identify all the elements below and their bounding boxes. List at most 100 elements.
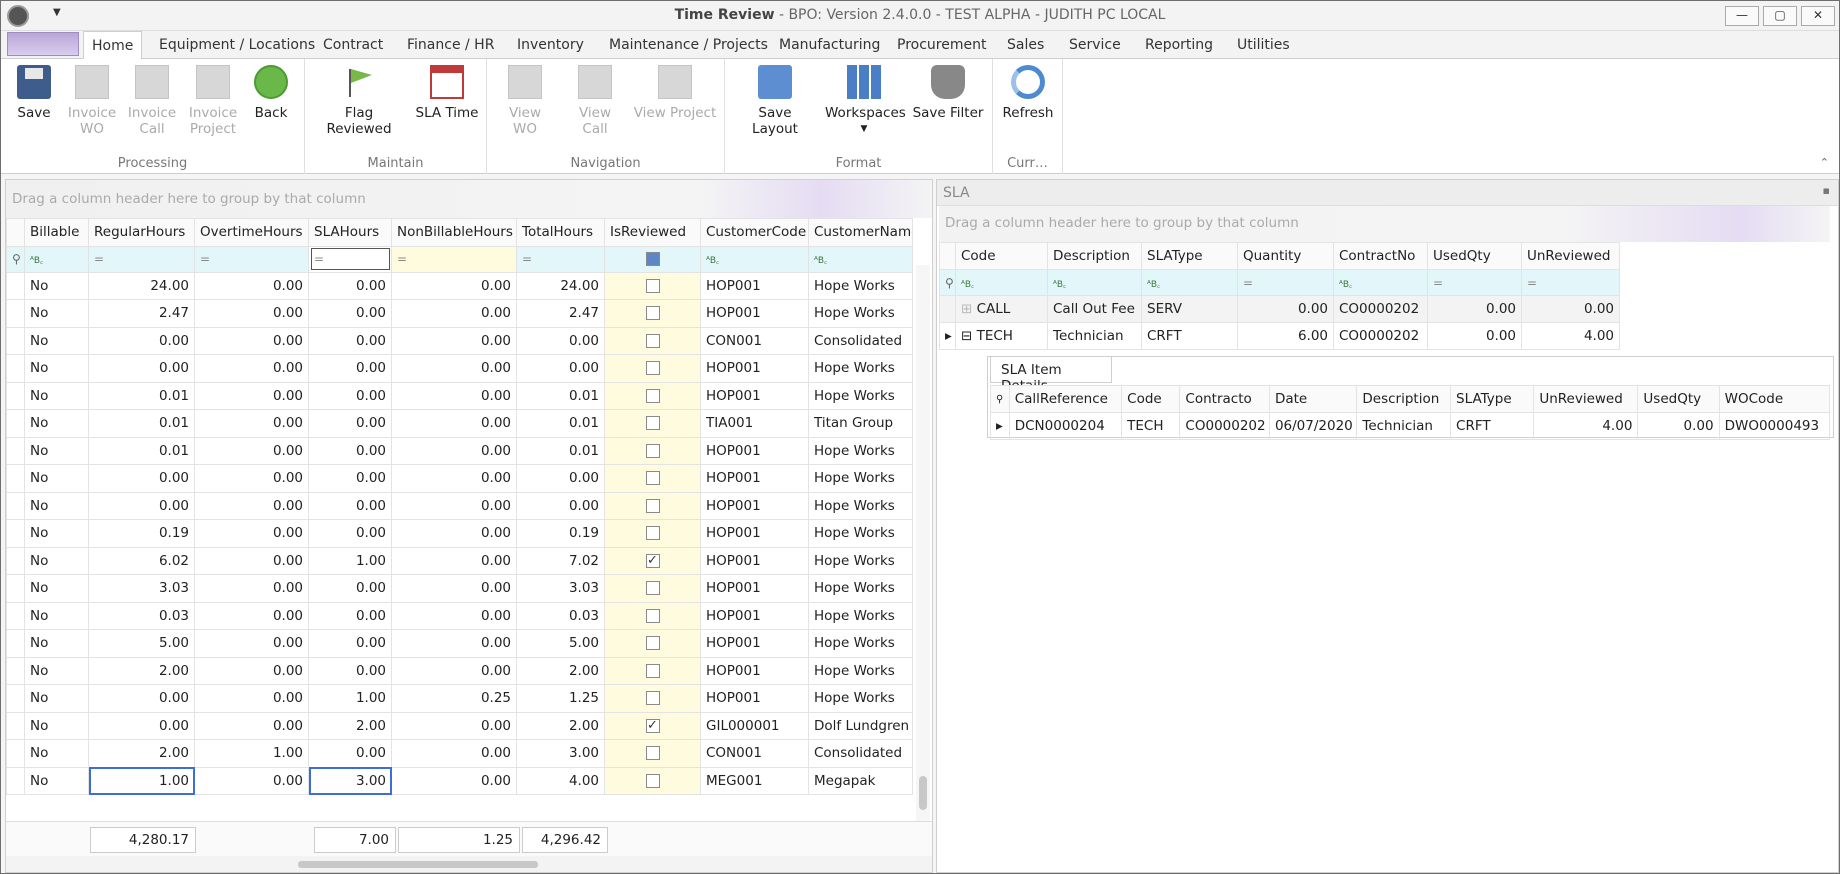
table-cell[interactable]: 1.00 [308,546,392,575]
table-cell[interactable]: No [24,684,89,713]
table-cell[interactable]: Technician [1356,412,1452,440]
table-cell[interactable]: 0.00 [88,684,195,713]
table-cell[interactable]: 0.00 [391,271,517,300]
file-menu-button[interactable] [7,32,79,56]
table-cell[interactable]: 0.00 [308,601,392,630]
table-cell[interactable]: Hope Works [808,464,913,493]
refresh-button[interactable]: Refresh [1001,65,1055,121]
table-cell[interactable]: Hope Works [808,546,913,575]
filter-cell[interactable]: = [88,245,195,273]
table-cell[interactable]: 24.00 [516,271,605,300]
column-header[interactable]: Description [1047,242,1142,270]
table-cell[interactable]: 3.00 [516,739,605,768]
table-row[interactable]: No 0.00 0.00 1.00 0.25 1.25 HOP001 Hope Works [6,684,913,713]
filter-cell[interactable]: ᴬB꜀ [24,245,89,273]
table-cell[interactable]: Titan Group [808,409,913,438]
checkbox[interactable] [645,333,660,348]
table-cell[interactable]: 0.00 [194,684,309,713]
group-by-area[interactable]: Drag a column header here to group by th… [939,206,1830,242]
tab-procurement[interactable]: Procurement [889,31,994,59]
table-row[interactable]: No 0.01 0.00 0.00 0.00 0.01 TIA001 Titan Group [6,409,913,438]
table-cell[interactable]: 0.00 [391,464,517,493]
table-row[interactable]: No 0.00 0.00 0.00 0.00 0.00 HOP001 Hope Works [6,491,913,520]
table-cell[interactable]: HOP001 [700,436,809,465]
filter-cell[interactable]: ᴬB꜀ [1141,269,1238,296]
scroll-thumb[interactable] [298,861,538,868]
tab-contract[interactable]: Contract [315,31,391,59]
table-cell[interactable] [604,409,701,438]
table-cell[interactable]: 2.00 [516,711,605,740]
table-cell[interactable]: CO0000202 [1333,322,1428,350]
table-cell[interactable]: Hope Works [808,299,913,328]
table-cell[interactable]: HOP001 [700,381,809,410]
table-row[interactable]: ▸ DCN0000204 TECH CO0000202 06/07/2020 T… [990,412,1831,440]
table-cell[interactable]: 0.00 [194,491,309,520]
collapse-icon[interactable]: ⊟ [961,328,972,344]
filter-cell[interactable]: ᴬB꜀ [955,269,1048,296]
table-cell[interactable]: 0.00 [308,739,392,768]
table-cell[interactable]: 0.00 [516,491,605,520]
table-cell[interactable]: 0.00 [194,546,309,575]
invoice-call-button[interactable]: Invoice Call [125,65,179,137]
table-cell[interactable]: Hope Works [808,519,913,548]
filter-cell[interactable]: = [391,245,517,273]
table-cell[interactable]: 0.00 [194,574,309,603]
checkbox[interactable] [645,746,660,761]
table-cell[interactable]: 0.00 [391,711,517,740]
table-cell[interactable]: HOP001 [700,519,809,548]
table-cell[interactable]: 0.01 [516,381,605,410]
table-row[interactable]: No 0.00 0.00 2.00 0.00 2.00 ✓ GIL000001 Dolf Lun… [6,711,913,740]
tab-service[interactable]: Service [1061,31,1129,59]
checkbox-filter[interactable] [645,252,660,267]
table-cell[interactable]: Hope Works [808,574,913,603]
column-header[interactable]: CustomerName [808,218,913,247]
table-cell[interactable]: CO0000202 [1179,412,1270,440]
view-wo-button[interactable]: View WO [495,65,555,137]
table-cell[interactable]: 0.00 [391,491,517,520]
table-cell[interactable]: HOP001 [700,299,809,328]
checkbox[interactable] [645,498,660,513]
table-cell[interactable]: Hope Works [808,354,913,383]
table-cell[interactable]: 0.00 [194,271,309,300]
table-cell[interactable]: 0.00 [194,409,309,438]
table-row[interactable]: ▸ ⊟ TECH Technician CRFT 6.00 CO0000202 … [939,322,1620,350]
table-row[interactable]: No 0.00 0.00 0.00 0.00 0.00 HOP001 Hope Works [6,354,913,383]
collapse-ribbon-icon[interactable]: ⌃ [1820,156,1829,169]
table-cell[interactable]: HOP001 [700,491,809,520]
tab-reporting[interactable]: Reporting [1137,31,1221,59]
table-cell[interactable]: 0.00 [308,629,392,658]
tab-utilities[interactable]: Utilities [1229,31,1298,59]
table-cell[interactable]: 1.00 [88,766,195,795]
tab-finance-hr[interactable]: Finance / HR [399,31,502,59]
table-cell[interactable]: 0.00 [88,491,195,520]
table-cell[interactable]: 0.00 [194,436,309,465]
table-cell[interactable]: 0.00 [1427,322,1522,350]
table-cell[interactable]: 0.00 [308,574,392,603]
table-cell[interactable]: 0.00 [308,409,392,438]
table-cell[interactable]: 0.00 [391,436,517,465]
table-cell[interactable]: No [24,381,89,410]
table-cell[interactable]: Hope Works [808,629,913,658]
table-cell[interactable]: Consolidated [808,326,913,355]
checkbox[interactable] [645,443,660,458]
table-cell[interactable]: No [24,464,89,493]
table-cell[interactable] [604,629,701,658]
table-cell[interactable]: HOP001 [700,684,809,713]
table-cell[interactable]: 0.01 [516,436,605,465]
filter-cell[interactable]: = [516,245,605,273]
table-cell[interactable]: 2.00 [88,656,195,685]
scroll-thumb[interactable] [919,776,927,810]
vertical-scrollbar[interactable] [916,265,930,822]
table-cell[interactable]: 0.00 [308,436,392,465]
back-button[interactable]: Back [251,65,291,121]
table-cell[interactable]: Consolidated [808,739,913,768]
table-cell[interactable]: No [24,656,89,685]
table-cell[interactable]: No [24,601,89,630]
table-row[interactable]: No 0.00 0.00 0.00 0.00 0.00 HOP001 Hope Works [6,464,913,493]
invoice-wo-button[interactable]: Invoice WO [65,65,119,137]
table-row[interactable]: No 24.00 0.00 0.00 0.00 24.00 HOP001 Hope Works [6,271,913,300]
table-cell[interactable]: HOP001 [700,601,809,630]
table-cell[interactable]: 3.00 [308,766,392,795]
table-row[interactable]: No 2.00 0.00 0.00 0.00 2.00 HOP001 Hope Works [6,656,913,685]
table-cell[interactable] [604,739,701,768]
